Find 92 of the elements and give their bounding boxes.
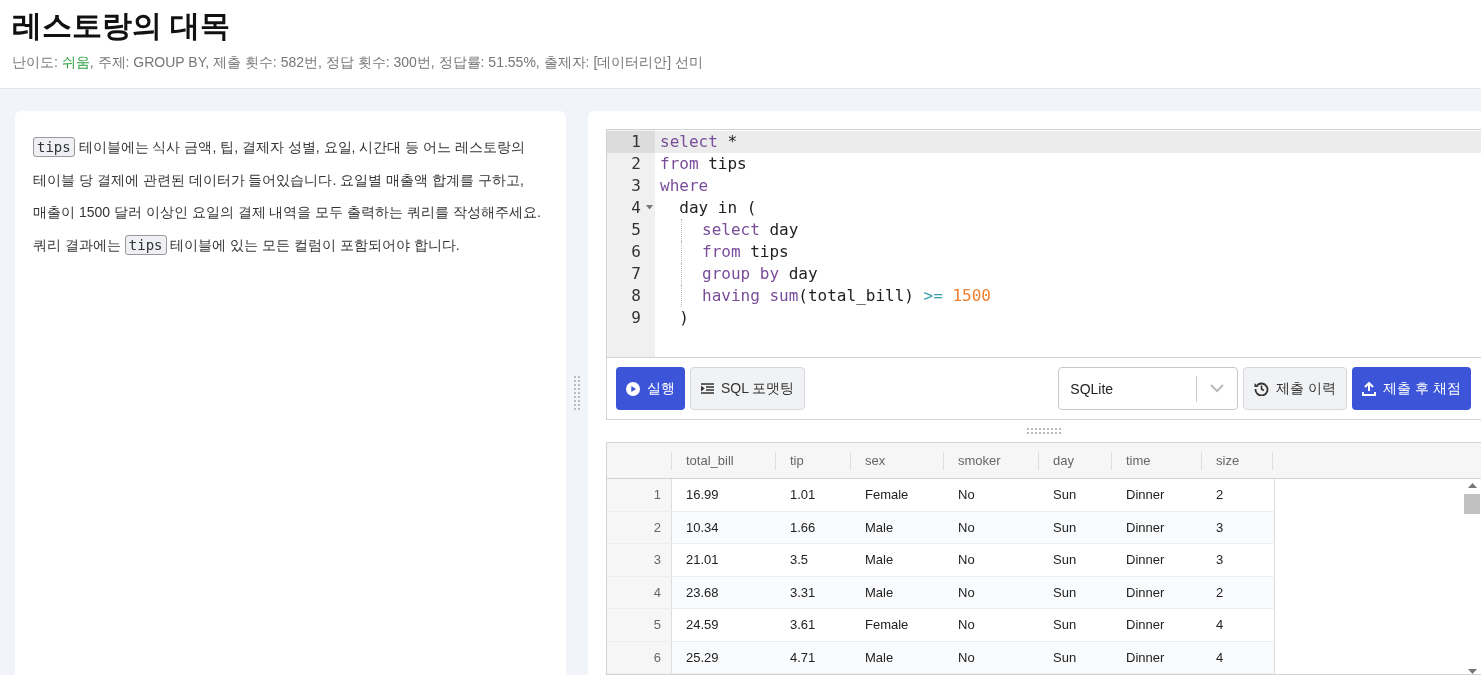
table-cell-text: Male	[864, 583, 895, 602]
line-number: 8	[630, 285, 642, 307]
table-cell-text: 4.71	[789, 648, 817, 667]
table-cell-text: 3.5	[789, 551, 810, 570]
table-cell-text: Dinner	[1125, 518, 1166, 537]
scroll-down-icon[interactable]	[1467, 669, 1477, 674]
table-cell-text: Dinner	[1125, 486, 1166, 505]
column-header[interactable]: sex	[850, 451, 943, 470]
upload-icon	[1362, 381, 1377, 396]
line-number: 7	[630, 263, 642, 285]
table-cell-text: 4	[1215, 616, 1225, 635]
table-cell-text: Dinner	[1125, 551, 1166, 570]
table-cell-text: 1.66	[789, 518, 817, 537]
line-number: 2	[630, 153, 642, 175]
line-number: 9	[630, 307, 642, 329]
code-line: where	[659, 175, 710, 197]
table-cell-text: 2	[1215, 486, 1225, 505]
history-button[interactable]: 제출 이력	[1243, 367, 1348, 410]
table-cell-text: Female	[864, 616, 910, 635]
table-cell-text: 3.61	[789, 616, 817, 635]
code-line: day in (	[678, 197, 758, 219]
indent-icon	[701, 383, 714, 394]
table-cell-text: 16.99	[685, 486, 720, 505]
scrollbar-thumb[interactable]	[1464, 494, 1480, 514]
table-cell-text: 4	[1215, 648, 1225, 667]
table-cell-text: No	[957, 583, 976, 602]
table-cell-text: 3	[1215, 551, 1225, 570]
table-cell-text: Sun	[1052, 648, 1078, 667]
column-header[interactable]: total_bill	[671, 451, 775, 470]
table-cell-text: Sun	[1052, 616, 1078, 635]
table-cell-text: Male	[864, 551, 895, 570]
line-number: 5	[630, 219, 642, 241]
code-line: from tips	[655, 241, 1481, 263]
fold-caret-icon[interactable]	[646, 205, 653, 210]
line-number: 6	[630, 241, 642, 263]
code-editor[interactable]: 1 2 3 4 5 6 7 8 9 select * from tips where day in ( select day from tips group by day having sum(total_bill) >= 1500 )	[607, 130, 1481, 358]
table-cell-text: 24.59	[685, 616, 720, 635]
code-line: select day	[655, 219, 1481, 241]
line-number: 3	[630, 175, 642, 197]
table-cell-text: 3.31	[789, 583, 817, 602]
row-number: 2	[607, 511, 671, 543]
table-cell-text: 1.01	[789, 486, 817, 505]
format-button[interactable]: SQL 포맷팅	[690, 367, 806, 410]
column-header[interactable]: tip	[775, 451, 850, 470]
line-number: 4	[607, 197, 655, 219]
play-icon	[626, 381, 640, 396]
scroll-up-icon[interactable]	[1467, 483, 1477, 488]
table-cell-text: No	[957, 518, 976, 537]
table-cell-text: 23.68	[685, 583, 720, 602]
resize-handle-icon[interactable]	[1026, 428, 1061, 434]
column-header[interactable]: time	[1111, 451, 1201, 470]
code-line: )	[678, 307, 690, 329]
table-cell-text: Dinner	[1125, 648, 1166, 667]
run-button[interactable]: 실행	[616, 367, 685, 410]
submit-button[interactable]: 제출 후 채점	[1352, 367, 1471, 410]
table-cell-text: 21.01	[685, 551, 720, 570]
column-header[interactable]: day	[1038, 451, 1111, 470]
table-cell-text: Male	[864, 648, 895, 667]
table-cell-text: Dinner	[1125, 583, 1166, 602]
resize-handle-icon[interactable]	[574, 376, 580, 410]
row-number: 1	[607, 479, 671, 511]
table-cell-text: No	[957, 616, 976, 635]
table-cell-text: 25.29	[685, 648, 720, 667]
column-header[interactable]: smoker	[943, 451, 1038, 470]
row-number: 5	[607, 609, 671, 641]
problem-meta: 난이도: 쉬움, 주제: GROUP BY, 제출 횟수: 582번, 정답 횟수: 300번, 정답률: 51.55%, 출제자: [데이터리안] 선미	[12, 54, 705, 72]
table-cell-text: Sun	[1052, 486, 1078, 505]
code-line: group by day	[655, 263, 1481, 285]
code-line: from tips	[659, 153, 748, 175]
table-cell-text: Female	[864, 486, 910, 505]
table-cell-text: Sun	[1052, 518, 1078, 537]
line-number: 1	[607, 131, 655, 153]
table-cell-text: 3	[1215, 518, 1225, 537]
column-header[interactable]: size	[1201, 451, 1273, 470]
table-cell-text: Sun	[1052, 551, 1078, 570]
table-cell-text: Dinner	[1125, 616, 1166, 635]
table-cell-text: Sun	[1052, 583, 1078, 602]
dialect-select[interactable]: SQLite	[1058, 367, 1239, 410]
row-number: 6	[607, 641, 671, 673]
history-icon	[1254, 381, 1270, 396]
row-number: 4	[607, 576, 671, 608]
table-cell-text: Male	[864, 518, 895, 537]
problem-description: tips 테이블에는 식사 금액, 팁, 결제자 성별, 요일, 시간대 등 어느 레스토랑의 테이블 당 결제에 관련된 데이터가 들어있습니다. 요일별 매출액 합계를 구하고, 매출이 1500 달러 이상인 요일의 결제 내역을 모두 출력하는 쿼리를 작성해주세요. 쿼리 결과에는 tips 테이블에 있는 모든 컬럼이 포함되어야 합니다.	[33, 136, 542, 257]
chevron-down-icon	[1210, 384, 1225, 393]
table-cell-text: No	[957, 551, 976, 570]
row-number: 3	[607, 544, 671, 576]
table-cell-text: No	[957, 486, 976, 505]
table-cell-text: 2	[1215, 583, 1225, 602]
table-cell-text: No	[957, 648, 976, 667]
table-cell-text: 10.34	[685, 518, 720, 537]
code-line: having sum(total_bill) >= 1500	[655, 285, 1481, 307]
page-title: 레스토랑의 대목	[12, 8, 232, 44]
